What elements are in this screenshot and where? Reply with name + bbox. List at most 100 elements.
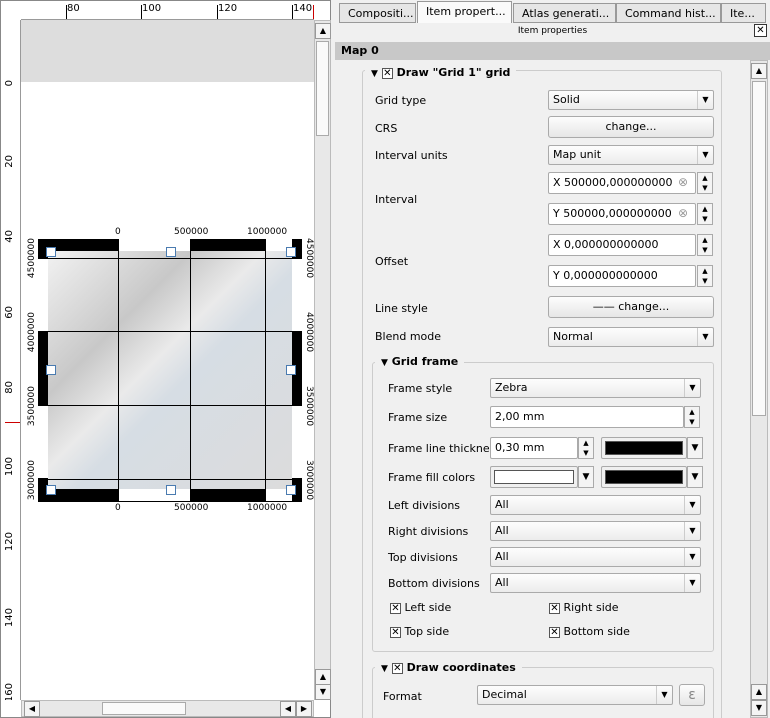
- left-divisions-select[interactable]: All ▼: [490, 495, 701, 515]
- tab-item-properties[interactable]: Item propert...: [417, 1, 512, 23]
- resize-handle[interactable]: [166, 485, 176, 495]
- right-divisions-value: All: [495, 524, 509, 537]
- ruler-label: 140: [4, 608, 15, 628]
- scroll-up-button[interactable]: ▲: [315, 23, 331, 39]
- frame-line-thickness-spinner[interactable]: ▲ ▼: [578, 437, 594, 459]
- clear-icon[interactable]: ⊗: [678, 175, 688, 189]
- scroll-left-button[interactable]: ◀: [280, 701, 296, 717]
- frame-style-select[interactable]: Zebra ▼: [490, 378, 701, 398]
- offset-x-input[interactable]: X 0,000000000000: [548, 234, 696, 256]
- close-panel-button[interactable]: ✕: [754, 24, 767, 37]
- vertical-scrollbar[interactable]: ▲ ▲ ▼: [314, 20, 331, 700]
- collapse-triangle-icon[interactable]: ▼: [371, 69, 378, 79]
- grid-label: 4000000: [304, 312, 314, 353]
- top-side-checkbox[interactable]: ✕ Top side: [390, 625, 449, 638]
- scroll-up-button[interactable]: ▲: [751, 63, 767, 79]
- resize-handle[interactable]: [286, 247, 296, 257]
- scroll-thumb[interactable]: [102, 702, 186, 715]
- composer-canvas[interactable]: 0 500000 1000000 0 500000 1000000 450000…: [21, 20, 314, 699]
- offset-y-input[interactable]: Y 0,000000000000: [548, 265, 696, 287]
- checkbox-icon[interactable]: ✕: [390, 626, 401, 638]
- resize-handle[interactable]: [286, 365, 296, 375]
- top-divisions-select[interactable]: All ▼: [490, 547, 701, 567]
- properties-scrollbar[interactable]: ▲ ▲ ▼: [750, 60, 768, 718]
- frame-size-spinner[interactable]: ▲ ▼: [684, 406, 700, 428]
- coordinates-header[interactable]: ▼ ✕ Draw coordinates: [375, 661, 522, 674]
- map-item[interactable]: [38, 239, 302, 502]
- offset-x-spinner[interactable]: ▲ ▼: [697, 234, 713, 256]
- interval-units-value: Map unit: [553, 148, 602, 161]
- bottom-divisions-select[interactable]: All ▼: [490, 573, 701, 593]
- collapse-triangle-icon[interactable]: ▼: [381, 358, 388, 368]
- grid-group-header[interactable]: ▼ ✕ Draw "Grid 1" grid: [365, 66, 517, 79]
- frame-style-label: Frame style: [388, 382, 453, 395]
- collapse-triangle-icon[interactable]: ▼: [381, 664, 388, 674]
- grid-label: 500000: [174, 227, 209, 237]
- horizontal-scrollbar[interactable]: ◀ ◀ ▶: [21, 700, 314, 717]
- scroll-up-button[interactable]: ▲: [751, 684, 767, 700]
- interval-y-input[interactable]: Y 500000,000000000: [548, 203, 696, 225]
- format-select[interactable]: Decimal ▼: [477, 685, 673, 705]
- ruler-label: 0: [4, 80, 15, 87]
- checkbox-icon[interactable]: ✕: [549, 626, 560, 638]
- crs-change-button[interactable]: change...: [548, 116, 714, 138]
- bottom-side-label: Bottom side: [563, 625, 630, 638]
- frame-fill-color-1-dropdown[interactable]: ▼: [578, 466, 594, 488]
- frame-fill-color-1-button[interactable]: [490, 466, 578, 488]
- tab-composition[interactable]: Compositi...: [339, 3, 416, 23]
- scroll-left-button[interactable]: ◀: [24, 701, 40, 717]
- scroll-right-button[interactable]: ▶: [296, 701, 312, 717]
- scroll-thumb[interactable]: [752, 81, 766, 416]
- ruler-label: 80: [4, 381, 15, 394]
- grid-label: 4500000: [27, 238, 37, 279]
- frame-line-thickness-value: 0,30 mm: [495, 441, 545, 454]
- resize-handle[interactable]: [46, 247, 56, 257]
- grid-type-select[interactable]: Solid ▼: [548, 90, 714, 110]
- line-style-button[interactable]: —— change...: [548, 296, 714, 318]
- frame-fill-color-2-button[interactable]: [601, 466, 687, 488]
- right-side-checkbox[interactable]: ✕ Right side: [549, 601, 619, 614]
- interval-x-value: X 500000,000000000: [553, 176, 673, 189]
- frame-line-thickness-input[interactable]: 0,30 mm: [490, 437, 578, 459]
- chevron-down-icon: ▼: [684, 496, 700, 514]
- scroll-thumb[interactable]: [316, 41, 329, 136]
- frame-line-color-dropdown[interactable]: ▼: [687, 437, 703, 459]
- right-divisions-select[interactable]: All ▼: [490, 521, 701, 541]
- interval-units-select[interactable]: Map unit ▼: [548, 145, 714, 165]
- interval-x-spinner[interactable]: ▲ ▼: [697, 172, 713, 194]
- right-divisions-label: Right divisions: [388, 525, 469, 538]
- bottom-side-checkbox[interactable]: ✕ Bottom side: [549, 625, 630, 638]
- checkbox-icon[interactable]: ✕: [390, 602, 401, 614]
- offset-y-spinner[interactable]: ▲ ▼: [697, 265, 713, 287]
- scroll-down-button[interactable]: ▼: [751, 700, 767, 716]
- left-side-checkbox[interactable]: ✕ Left side: [390, 601, 451, 614]
- interval-x-input[interactable]: X 500000,000000000: [548, 172, 696, 194]
- composer-view: 80 100 120 140 0 20 40 60 80 100 120 140…: [0, 0, 331, 718]
- grid-label: 3500000: [304, 386, 314, 427]
- frame-line-color-button[interactable]: [601, 437, 687, 459]
- blend-mode-select[interactable]: Normal ▼: [548, 327, 714, 347]
- tab-items[interactable]: Ite...: [721, 3, 766, 23]
- scroll-up-button[interactable]: ▲: [315, 669, 331, 685]
- resize-handle[interactable]: [166, 247, 176, 257]
- tab-atlas-generation[interactable]: Atlas generati...: [513, 3, 616, 23]
- scroll-down-button[interactable]: ▼: [315, 684, 331, 700]
- frame-fill-color-2-dropdown[interactable]: ▼: [687, 466, 703, 488]
- tab-command-history[interactable]: Command hist...: [616, 3, 721, 23]
- expression-button[interactable]: ε: [679, 684, 705, 706]
- clear-icon[interactable]: ⊗: [678, 206, 688, 220]
- checkbox-icon[interactable]: ✕: [549, 602, 560, 614]
- interval-y-spinner[interactable]: ▲ ▼: [697, 203, 713, 225]
- frame-size-input[interactable]: 2,00 mm: [490, 406, 684, 428]
- resize-handle[interactable]: [46, 365, 56, 375]
- chevron-down-icon: ▼: [684, 548, 700, 566]
- grid-label: 1000000: [247, 503, 288, 513]
- draw-grid-checkbox[interactable]: ✕: [381, 67, 393, 79]
- grid-frame-title: Grid frame: [391, 355, 459, 368]
- grid-frame-header[interactable]: ▼ Grid frame: [375, 355, 465, 368]
- resize-handle[interactable]: [46, 485, 56, 495]
- top-divisions-value: All: [495, 550, 509, 563]
- grid-label: 500000: [174, 503, 209, 513]
- draw-coordinates-checkbox[interactable]: ✕: [391, 662, 403, 674]
- resize-handle[interactable]: [286, 485, 296, 495]
